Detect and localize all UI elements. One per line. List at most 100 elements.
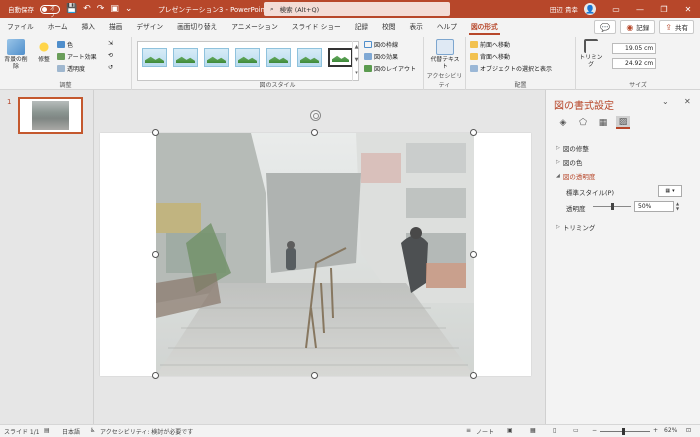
user-name[interactable]: 田辺 貴幸 <box>550 4 578 14</box>
effects-icon[interactable]: ⬠ <box>576 116 590 129</box>
tab-slideshow[interactable]: スライド ショー <box>285 18 348 37</box>
tab-review[interactable]: 校閲 <box>375 18 402 37</box>
resize-handle-mr[interactable] <box>470 251 477 258</box>
tab-draw[interactable]: 描画 <box>102 18 129 37</box>
start-slideshow-icon[interactable]: ▣ <box>110 4 119 14</box>
resize-handle-tl[interactable] <box>152 129 159 136</box>
picture-layout-label: 図のレイアウト <box>374 66 417 73</box>
pane-options-icon[interactable]: ⌄ <box>662 97 669 106</box>
normal-view-icon[interactable]: ▣ <box>507 427 513 434</box>
reading-view-icon[interactable]: ▯ <box>553 427 556 434</box>
minimize-icon[interactable]: — <box>628 5 652 14</box>
crop-icon <box>584 39 598 53</box>
close-icon[interactable]: ✕ <box>676 5 700 14</box>
fit-to-window-icon[interactable]: ⊡ <box>686 427 691 434</box>
picture-effects-button[interactable]: 図の効果 <box>364 52 398 61</box>
slide-sorter-icon[interactable]: ▦ <box>530 427 536 434</box>
reset-picture-icon[interactable]: ↺ <box>108 64 113 71</box>
fill-line-icon[interactable]: ◈ <box>556 116 570 129</box>
ribbon-display-icon[interactable]: ▭ <box>604 5 628 14</box>
width-input[interactable]: 24.92 cm <box>612 58 656 69</box>
resize-handle-tm[interactable] <box>311 129 318 136</box>
tab-design[interactable]: デザイン <box>129 18 170 37</box>
color-button[interactable]: 色 <box>57 40 73 49</box>
height-input[interactable]: 19.05 cm <box>612 43 656 54</box>
slide-thumbnail[interactable] <box>18 97 83 134</box>
record-button[interactable]: ◉ 記録 <box>620 20 656 34</box>
tab-animations[interactable]: アニメーション <box>224 18 285 37</box>
change-picture-icon[interactable]: ⟲ <box>108 52 113 59</box>
preset-dropdown[interactable]: ▦ ▾ <box>658 185 682 197</box>
zoom-out-icon[interactable]: − <box>592 427 597 434</box>
remove-background-button[interactable]: 背景の削除 <box>4 39 28 71</box>
share-button[interactable]: ⇪ 共有 <box>659 20 694 34</box>
picture-style-7[interactable] <box>328 48 353 67</box>
undo-icon[interactable]: ↶ <box>83 4 91 14</box>
selected-picture[interactable] <box>156 133 474 376</box>
bring-forward-button[interactable]: 前面へ移動 <box>470 40 510 49</box>
artistic-effects-button[interactable]: アート効果 <box>57 52 97 61</box>
picture-style-2[interactable] <box>173 48 198 67</box>
collapse-caret-icon: ◢ <box>556 173 560 179</box>
slider-knob[interactable] <box>611 203 614 210</box>
zoom-in-icon[interactable]: + <box>653 427 658 434</box>
resize-handle-br[interactable] <box>470 372 477 379</box>
picture-style-4[interactable] <box>235 48 260 67</box>
picture-layout-button[interactable]: 図のレイアウト <box>364 64 416 73</box>
picture-style-5[interactable] <box>266 48 291 67</box>
autosave-toggle[interactable]: オフ <box>40 4 60 19</box>
resize-handle-ml[interactable] <box>152 251 159 258</box>
tab-help[interactable]: ヘルプ <box>430 18 464 37</box>
tab-insert[interactable]: 挿入 <box>75 18 102 37</box>
alt-text-button[interactable]: 代替テキスト <box>428 39 462 71</box>
tab-transitions[interactable]: 画面切り替え <box>170 18 224 37</box>
language[interactable]: 日本語 <box>62 427 80 436</box>
slideshow-view-icon[interactable]: ▭ <box>573 427 579 434</box>
section-color[interactable]: ▷ 図の色 <box>556 157 582 167</box>
accessibility-icon[interactable]: ♿ <box>90 427 95 434</box>
section-corrections[interactable]: ▷ 図の修整 <box>556 143 589 153</box>
resize-handle-bl[interactable] <box>152 372 159 379</box>
comment-icon: 💬 <box>600 22 611 32</box>
tab-record[interactable]: 記録 <box>348 18 375 37</box>
zoom-slider[interactable] <box>600 428 650 435</box>
tab-view[interactable]: 表示 <box>403 18 430 37</box>
section-crop[interactable]: ▷ トリミング <box>556 222 595 232</box>
crop-button[interactable]: トリミング <box>578 39 604 69</box>
resize-handle-tr[interactable] <box>470 129 477 136</box>
avatar[interactable]: 👤 <box>584 3 596 15</box>
transparency-input[interactable]: 50% <box>634 201 674 212</box>
gallery-scroll[interactable]: ▲ ▼ ▾ <box>352 41 360 81</box>
rotate-handle[interactable] <box>310 110 321 121</box>
restore-icon[interactable]: ❐ <box>652 5 676 14</box>
picture-style-1[interactable] <box>142 48 167 67</box>
send-backward-button[interactable]: 背面へ移動 <box>470 52 510 61</box>
spellcheck-icon[interactable]: ▤ <box>44 427 50 434</box>
pane-close-icon[interactable]: ✕ <box>684 97 691 106</box>
search-box[interactable]: ⌕ 検索 (Alt+Q) <box>264 2 450 16</box>
notes-button[interactable]: ノート <box>476 427 494 436</box>
redo-icon[interactable]: ↷ <box>97 4 105 14</box>
tab-home[interactable]: ホーム <box>41 18 75 37</box>
corrections-button[interactable]: 修整 <box>33 39 55 64</box>
zoom-slider-knob[interactable] <box>622 428 625 435</box>
accessibility-status[interactable]: アクセシビリティ: 検討が必要です <box>100 427 193 436</box>
compress-pictures-icon[interactable]: ⇲ <box>108 40 113 47</box>
comments-button[interactable]: 💬 <box>594 20 617 34</box>
picture-icon[interactable]: ▨ <box>616 116 630 129</box>
picture-style-6[interactable] <box>297 48 322 67</box>
picture-border-button[interactable]: 図の枠線 <box>364 40 398 49</box>
picture-style-3[interactable] <box>204 48 229 67</box>
zoom-level[interactable]: 62% <box>664 427 677 434</box>
customize-qat-icon[interactable]: ⌄ <box>125 4 133 14</box>
transparency-button[interactable]: 透明度 <box>57 64 85 73</box>
resize-handle-bm[interactable] <box>311 372 318 379</box>
save-icon[interactable]: 💾 <box>66 4 77 14</box>
transparency-spinner[interactable]: ▲ ▼ <box>674 201 681 212</box>
section-transparency[interactable]: ◢ 図の透明度 <box>556 171 595 181</box>
tab-picture-format[interactable]: 図の形式 <box>464 18 505 37</box>
selection-pane-button[interactable]: オブジェクトの選択と表示 <box>470 64 552 73</box>
size-properties-icon[interactable]: ▦ <box>596 116 610 129</box>
tab-file[interactable]: ファイル <box>0 18 41 37</box>
transparency-slider[interactable] <box>593 203 631 210</box>
